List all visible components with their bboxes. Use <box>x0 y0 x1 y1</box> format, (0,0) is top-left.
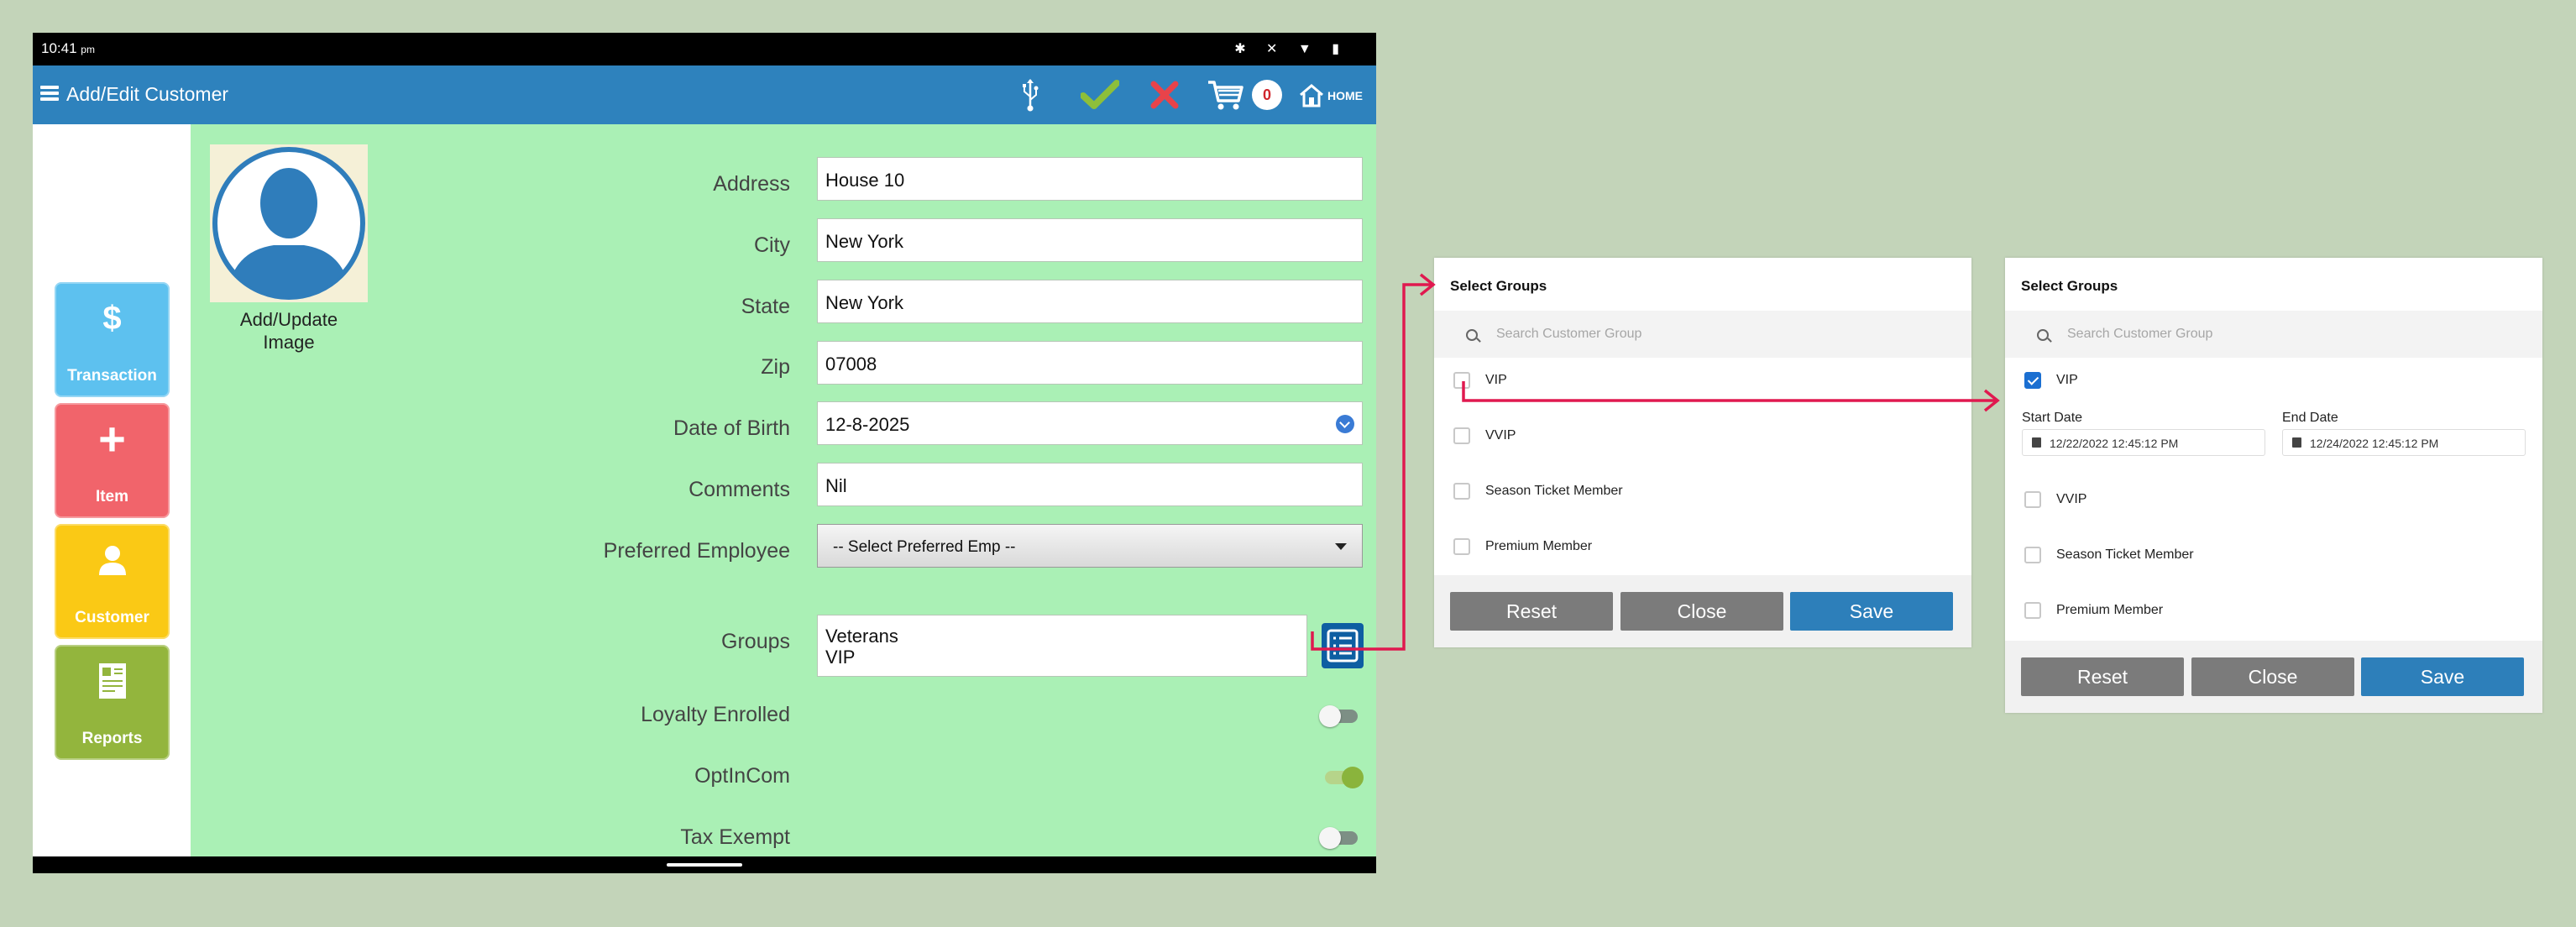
annotation-arrows <box>1311 273 2000 651</box>
arrow-vip-to-expanded <box>1462 381 1997 402</box>
arrow-groups-to-dialog <box>1311 283 1432 651</box>
